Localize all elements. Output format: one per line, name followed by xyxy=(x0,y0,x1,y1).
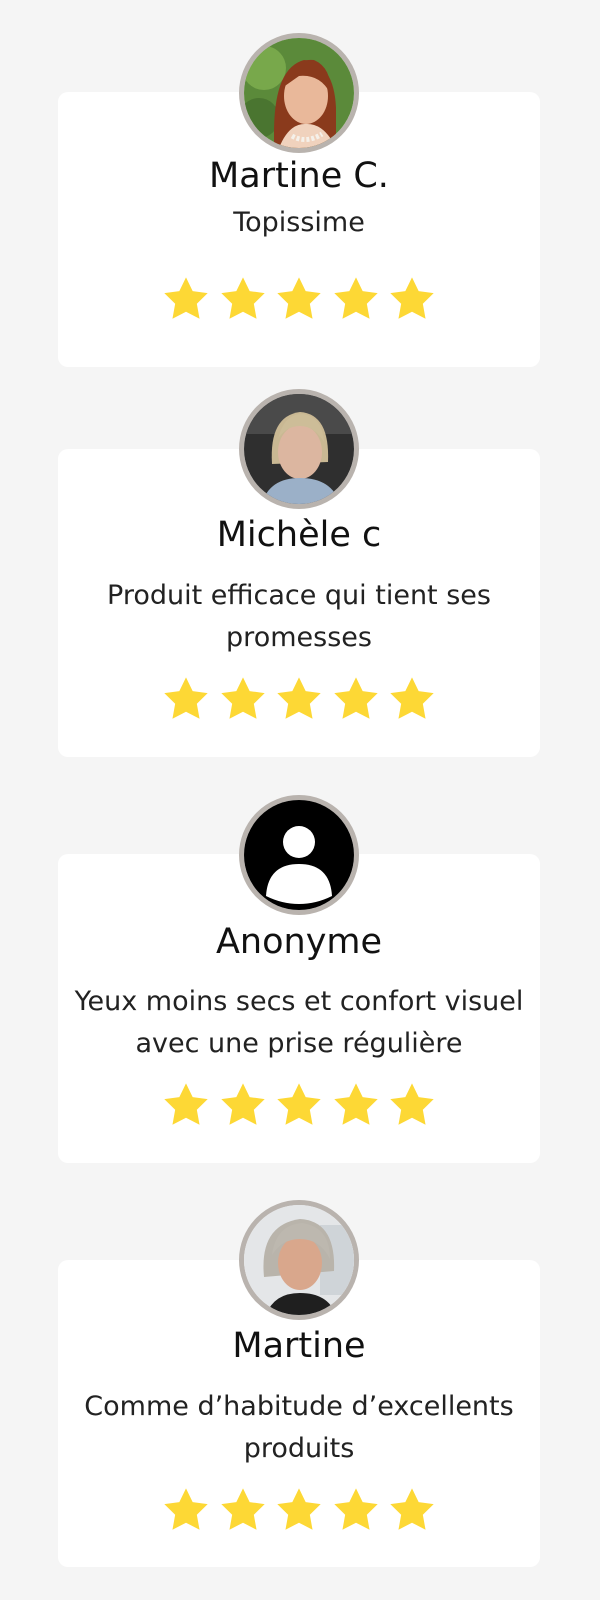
star-icon xyxy=(164,1488,208,1530)
star-icon xyxy=(277,277,321,319)
avatar xyxy=(239,795,359,915)
star-icon xyxy=(220,1083,265,1125)
review-card-wrapper: Martine Comme d’habitude d’excellents pr… xyxy=(58,1200,540,1567)
avatar xyxy=(239,389,359,509)
star-icon xyxy=(277,677,321,719)
star-icon xyxy=(164,1083,208,1125)
star-rating xyxy=(160,1080,438,1130)
star-icon xyxy=(220,677,265,719)
star-icon xyxy=(277,1083,321,1125)
star-icon xyxy=(390,1488,434,1530)
review-card-wrapper: Anonyme Yeux moins secs et confort visue… xyxy=(58,795,540,1163)
star-icon xyxy=(220,277,265,319)
star-icon xyxy=(333,1488,378,1530)
review-text: Produit efficace qui tient ses promesses xyxy=(107,580,491,653)
user-photo-icon xyxy=(244,1205,354,1315)
default-user-icon xyxy=(244,800,354,910)
review-text: Yeux moins secs et confort visuel avec u… xyxy=(74,986,524,1059)
reviewer-name: Anonyme xyxy=(215,922,383,962)
star-icon xyxy=(333,277,378,319)
avatar xyxy=(239,33,359,153)
star-icon xyxy=(390,277,434,319)
avatar xyxy=(239,1200,359,1320)
reviewer-name: Martine C. xyxy=(209,156,389,196)
review-card-wrapper: Michèle c Produit efficace qui tient ses… xyxy=(58,389,540,757)
star-icon xyxy=(390,1083,434,1125)
star-rating xyxy=(160,274,438,324)
reviewer-name: Martine xyxy=(232,1326,366,1366)
reviewer-name: Michèle c xyxy=(216,515,382,555)
star-icon xyxy=(164,277,208,319)
star-rating xyxy=(160,1485,438,1535)
star-icon xyxy=(390,677,434,719)
star-icon xyxy=(333,1083,378,1125)
review-card-wrapper: Martine C. Topissime xyxy=(58,33,540,367)
review-text: Topissime xyxy=(233,207,365,238)
star-icon xyxy=(220,1488,265,1530)
user-photo-icon xyxy=(244,394,354,504)
star-icon xyxy=(277,1488,321,1530)
star-icon xyxy=(164,677,208,719)
star-rating xyxy=(160,674,438,724)
review-text: Comme d’habitude d’excellents produits xyxy=(84,1391,514,1464)
star-icon xyxy=(333,677,378,719)
user-photo-icon xyxy=(244,38,354,148)
